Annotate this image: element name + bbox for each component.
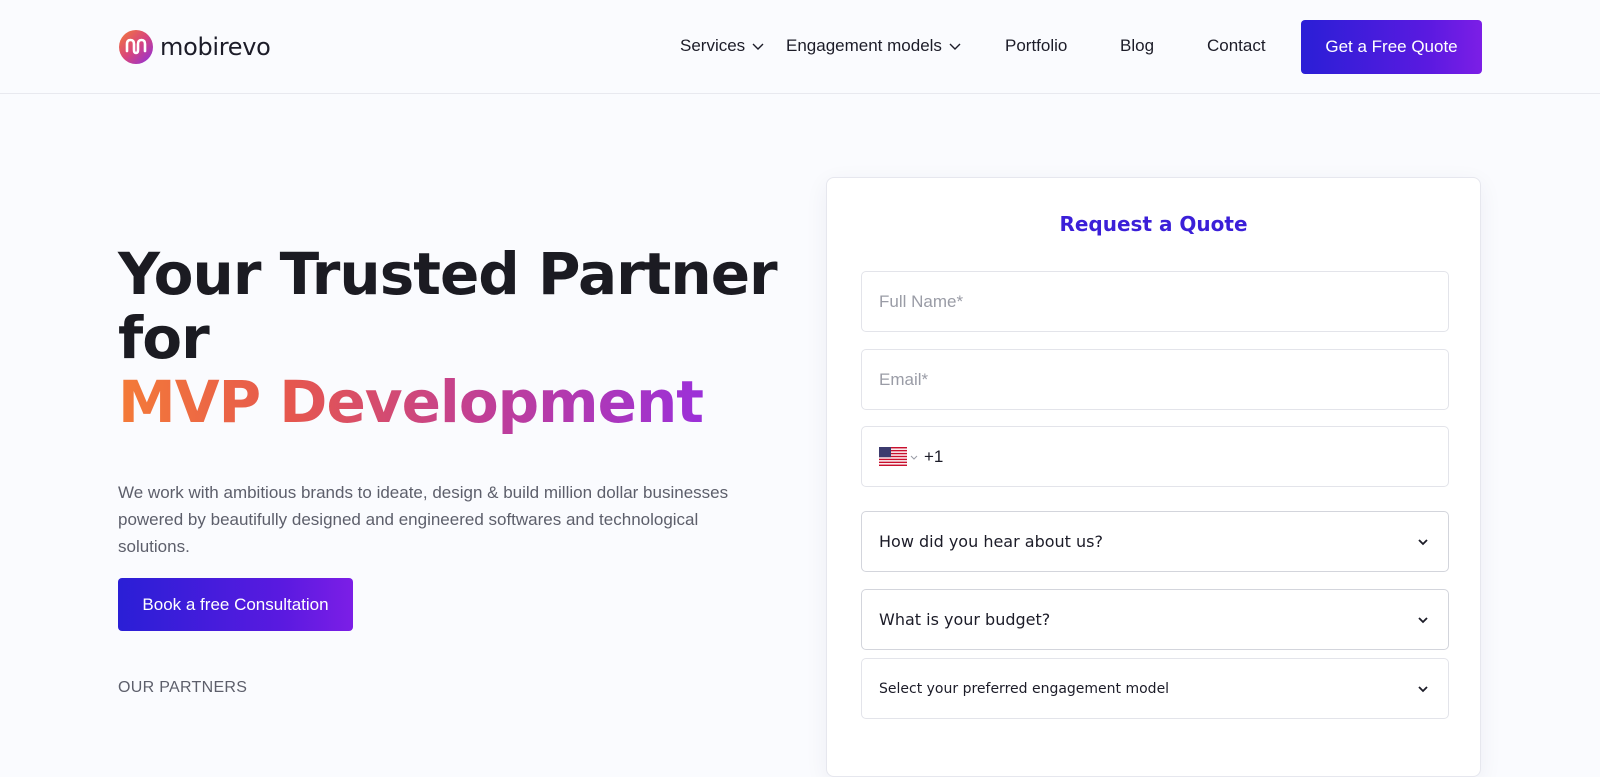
brand-name: mobirevo [160, 33, 271, 61]
chevron-down-icon [752, 43, 764, 50]
engagement-model-select[interactable]: Select your preferred engagement model [861, 658, 1449, 719]
nav-item-services[interactable]: Services [680, 36, 765, 56]
full-name-field [861, 271, 1449, 332]
hero-title-line2: for [118, 304, 210, 372]
nav-item-contact[interactable]: Contact [1207, 36, 1266, 56]
hero-title-line1: Your Trusted Partner [118, 240, 778, 308]
hero-title: Your Trusted Partner for MVP Development [118, 240, 778, 436]
logo-mark-icon [119, 30, 153, 64]
get-free-quote-button[interactable]: Get a Free Quote [1301, 20, 1482, 74]
nav-item-label: Contact [1207, 36, 1266, 55]
us-flag-icon [879, 447, 907, 466]
budget-select[interactable]: What is your budget? [861, 589, 1449, 650]
chevron-down-icon [1418, 616, 1428, 623]
full-name-input[interactable] [862, 272, 1448, 331]
partners-heading: OUR PARTNERS [118, 679, 248, 696]
nav-item-engagement-models[interactable]: Engagement models [786, 36, 962, 56]
nav-item-blog[interactable]: Blog [1120, 36, 1154, 56]
nav-item-label: Blog [1120, 36, 1155, 55]
form-title: Request a Quote [1059, 212, 1248, 236]
site-header: mobirevo Services Engagement models Port… [0, 0, 1600, 94]
brand-logo[interactable]: mobirevo [118, 29, 271, 65]
nav-item-label: Portfolio [1005, 36, 1068, 55]
nav-item-label: Engagement models [786, 36, 942, 55]
email-input[interactable] [862, 350, 1448, 409]
select-label: What is your budget? [879, 610, 1051, 629]
select-label: How did you hear about us? [879, 532, 1103, 551]
select-label: Select your preferred engagement model [879, 680, 1170, 697]
nav-item-portfolio[interactable]: Portfolio [1005, 36, 1067, 56]
hero-description: We work with ambitious brands to ideate,… [118, 483, 729, 556]
email-field [861, 349, 1449, 410]
book-consultation-button[interactable]: Book a free Consultation [118, 578, 353, 631]
chevron-down-icon [949, 43, 961, 50]
country-code-selector[interactable] [879, 447, 918, 466]
nav-item-label: Services [680, 36, 746, 55]
hear-about-us-select[interactable]: How did you hear about us? [861, 511, 1449, 572]
chevron-down-icon [910, 455, 918, 460]
chevron-down-icon [1418, 538, 1428, 545]
phone-field [861, 426, 1449, 487]
phone-input[interactable] [918, 427, 1448, 486]
chevron-down-icon [1418, 685, 1428, 692]
quote-request-form: Request a Quote How did you [826, 177, 1481, 777]
hero-title-highlight: MVP Development [118, 368, 704, 436]
